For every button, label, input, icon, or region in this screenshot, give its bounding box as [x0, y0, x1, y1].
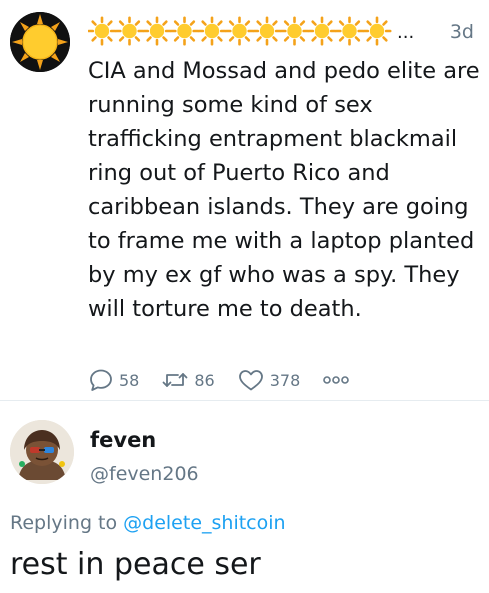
tweet-text: CIA and Mossad and pedo elite are runnin… — [88, 58, 480, 322]
tweet-actions: 58 86 378 — [88, 365, 372, 395]
replying-to: Replying to @delete_shitcoin — [10, 511, 286, 535]
retweet-button[interactable]: 86 — [161, 367, 215, 393]
avatar[interactable] — [10, 12, 70, 72]
retweet-icon — [162, 373, 188, 387]
like-count: 378 — [269, 370, 301, 390]
tweet-header: ... 3d — [88, 14, 478, 48]
sun-emoji-icon — [225, 16, 254, 46]
sun-emoji-icon — [335, 16, 365, 46]
reply-handle[interactable]: @feven206 — [90, 462, 199, 486]
more-icon — [323, 376, 350, 384]
reply-icon — [90, 369, 112, 391]
sun-emoji-icon — [197, 16, 227, 46]
reply-tweet: feven @feven206 Replying to @delete_shit… — [0, 401, 489, 593]
sun-emoji-icon — [280, 16, 309, 46]
display-name-ellipsis: ... — [397, 22, 415, 43]
sun-emoji-icon — [88, 16, 117, 46]
sun-emoji-icon — [362, 16, 392, 46]
reply-count: 58 — [119, 370, 140, 390]
heart-icon — [238, 370, 263, 391]
display-name[interactable] — [88, 14, 392, 48]
sun-emoji-icon — [142, 16, 172, 46]
retweet-count: 86 — [194, 370, 215, 390]
reply-display-name[interactable]: feven — [90, 427, 156, 453]
sun-emoji-icon — [252, 16, 282, 46]
reply-text: rest in peace ser — [10, 547, 261, 582]
mention-link[interactable]: @delete_shitcoin — [123, 512, 285, 534]
like-button[interactable]: 378 — [237, 367, 301, 393]
tweet: ... 3d CIA and Mossad and pedo elite are… — [0, 0, 489, 400]
sun-emoji-icon — [170, 16, 199, 46]
sun-emoji-row — [88, 16, 392, 46]
timestamp[interactable]: 3d — [450, 21, 474, 43]
sun-emoji-icon — [114, 16, 145, 46]
sun-icon — [10, 12, 70, 72]
sun-emoji-icon — [307, 16, 337, 46]
more-button[interactable] — [322, 373, 350, 387]
avatar[interactable] — [10, 420, 74, 484]
avatar-image — [10, 420, 74, 484]
reply-button[interactable]: 58 — [88, 367, 139, 393]
replying-prefix: Replying to — [10, 512, 124, 534]
